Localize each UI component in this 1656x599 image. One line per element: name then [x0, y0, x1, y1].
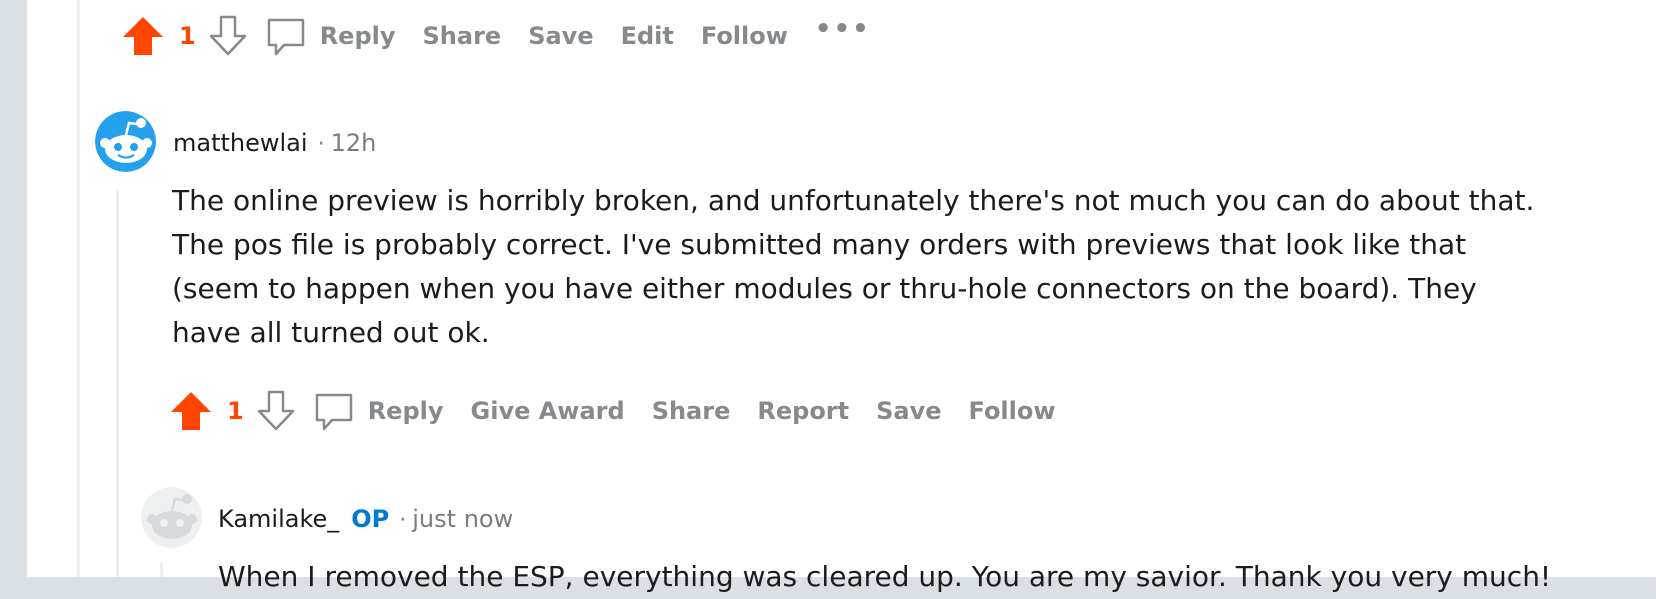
upvote-arrow-icon[interactable]	[169, 389, 213, 433]
comment-line: When I removed the ESP, everything was c…	[218, 560, 1552, 593]
downvote-arrow-icon[interactable]	[254, 389, 298, 433]
comment-line: The pos file is probably correct. I've s…	[172, 228, 1467, 261]
more-options-icon[interactable]: •••	[815, 14, 871, 44]
comment-actions: 1 Reply Give Award Share Report Save Fol…	[169, 389, 1083, 433]
meta-separator: ·	[317, 132, 325, 157]
follow-button[interactable]: Follow	[969, 397, 1056, 425]
username-link[interactable]: Kamilake_	[218, 505, 339, 533]
comment-body: The online preview is horribly broken, a…	[172, 179, 1552, 355]
comment-meta: matthewlai · 12h	[173, 129, 376, 157]
give-award-button[interactable]: Give Award	[471, 397, 625, 425]
vote-score: 1	[179, 22, 196, 50]
reply-button[interactable]: Reply	[368, 397, 444, 425]
comment-line: (seem to happen when you have either mod…	[172, 272, 1477, 305]
comments-panel: 1 Reply Share Save Edit Follow ••• matth…	[27, 0, 1656, 593]
vote-score: 1	[227, 397, 244, 425]
username-link[interactable]: matthewlai	[173, 129, 308, 157]
op-badge: OP	[351, 505, 390, 533]
share-button[interactable]: Share	[652, 397, 731, 425]
comment-body: When I removed the ESP, everything was c…	[218, 555, 1638, 599]
timestamp[interactable]: 12h	[331, 129, 377, 157]
report-button[interactable]: Report	[757, 397, 849, 425]
comment-meta: Kamilake_ OP · just now	[218, 505, 513, 533]
comment-bubble-icon[interactable]	[312, 389, 356, 433]
snoo-avatar-icon	[95, 111, 156, 172]
upvote-arrow-icon[interactable]	[121, 14, 165, 58]
share-button[interactable]: Share	[423, 22, 502, 50]
avatar[interactable]	[95, 111, 156, 172]
avatar[interactable]	[141, 487, 202, 548]
save-button[interactable]: Save	[528, 22, 593, 50]
reply-button[interactable]: Reply	[320, 22, 396, 50]
edit-button[interactable]: Edit	[621, 22, 674, 50]
vote-group: 1	[121, 14, 250, 58]
vote-group: 1	[169, 389, 298, 433]
comment-line: The online preview is horribly broken, a…	[172, 184, 1535, 217]
follow-button[interactable]: Follow	[701, 22, 788, 50]
comment-bubble-icon[interactable]	[264, 14, 308, 58]
meta-separator: ·	[399, 508, 407, 533]
comment-line: have all turned out ok.	[172, 316, 490, 349]
timestamp[interactable]: just now	[412, 505, 513, 533]
downvote-arrow-icon[interactable]	[206, 14, 250, 58]
thread-line-root[interactable]	[77, 0, 80, 577]
thread-line-matthewlai[interactable]	[116, 190, 119, 577]
snoo-avatar-icon	[141, 487, 202, 548]
thread-line-kamilake[interactable]	[160, 562, 163, 577]
save-button[interactable]: Save	[876, 397, 941, 425]
top-comment-actions: 1 Reply Share Save Edit Follow •••	[121, 14, 898, 58]
